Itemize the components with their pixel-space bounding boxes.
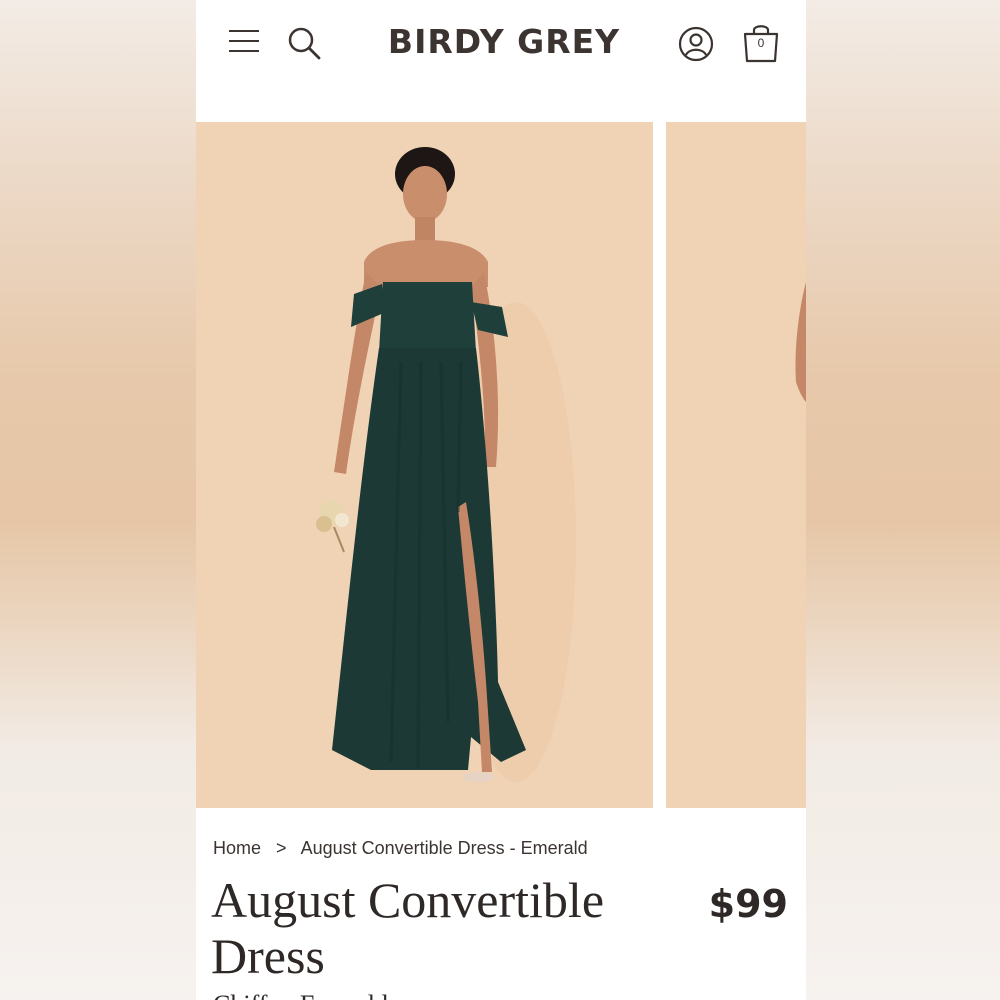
- product-title: August Convertible Dress: [211, 872, 605, 984]
- product-image-next[interactable]: [666, 122, 806, 808]
- breadcrumb: Home > August Convertible Dress - Emeral…: [213, 838, 588, 859]
- breadcrumb-current: August Convertible Dress - Emerald: [300, 838, 588, 858]
- mobile-page: BIRDY GREY 0 Home > August Convertible D…: [196, 0, 806, 1000]
- product-price: $99: [708, 882, 788, 926]
- shopping-bag-icon[interactable]: 0: [741, 20, 781, 64]
- blurred-backdrop-right: [805, 0, 1000, 1000]
- account-icon[interactable]: [678, 26, 714, 62]
- site-header: BIRDY GREY 0: [196, 0, 806, 90]
- bag-count: 0: [757, 36, 765, 50]
- breadcrumb-home[interactable]: Home: [213, 838, 261, 858]
- model-in-dress-illustration: [196, 122, 653, 808]
- product-image-main[interactable]: [196, 122, 653, 808]
- brand-logo[interactable]: BIRDY GREY: [384, 22, 624, 61]
- hamburger-menu-icon[interactable]: [229, 30, 259, 56]
- product-subtitle: Chiffon Emerald: [213, 990, 388, 1000]
- blurred-backdrop-left: [0, 0, 196, 1000]
- next-image-preview: [666, 122, 806, 808]
- search-icon[interactable]: [286, 25, 322, 61]
- breadcrumb-separator: >: [276, 838, 287, 858]
